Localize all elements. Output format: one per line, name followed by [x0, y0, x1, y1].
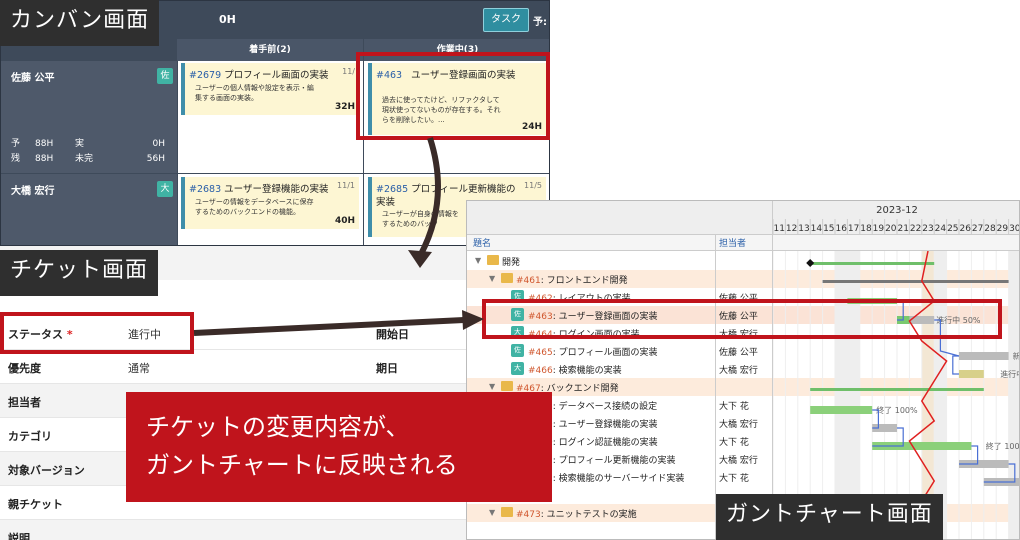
arrow-head: [408, 250, 432, 268]
arrow-head: [462, 310, 484, 330]
arrow-kanban-to-gantt: [417, 137, 441, 258]
message-line-2: ガントチャートに反映される: [146, 451, 458, 479]
message-line-1: チケットの変更内容が、: [146, 413, 410, 441]
arrow-ticket-to-gantt: [193, 317, 465, 336]
label-gantt: ガントチャート画面: [716, 494, 943, 540]
message-box: チケットの変更内容が、 ガントチャートに反映される: [126, 392, 552, 502]
